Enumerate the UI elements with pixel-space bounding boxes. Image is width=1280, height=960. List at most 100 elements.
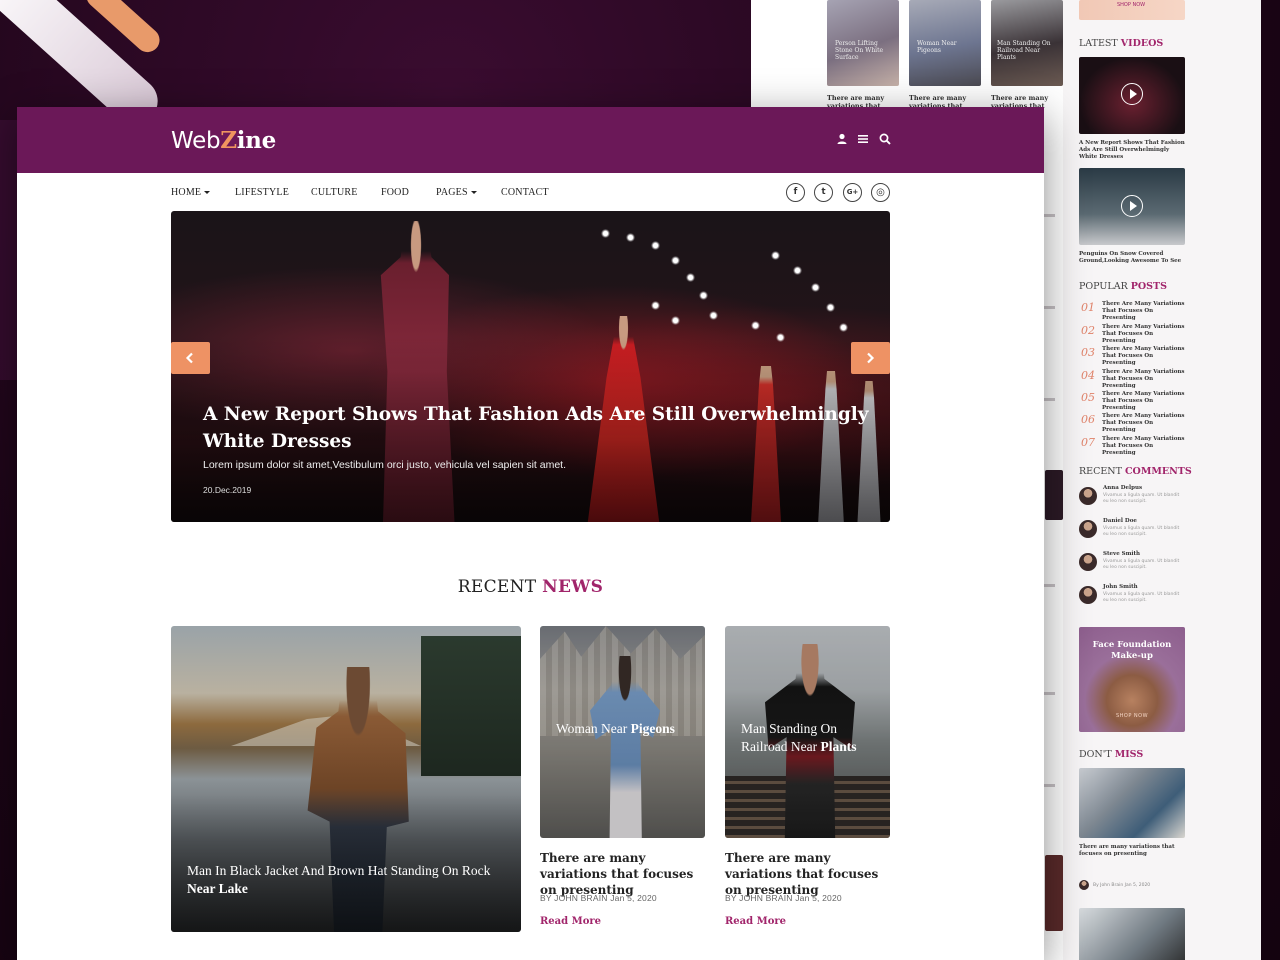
popular-posts-heading: POPULAR POSTS <box>1079 281 1167 292</box>
dont-miss-meta: By John Brain Jan 5, 2020 <box>1093 883 1151 888</box>
comment-author: Anna Delpus <box>1103 485 1143 491</box>
search-icon[interactable] <box>878 132 892 146</box>
comment-item[interactable]: John Smith Vivamus a ligula quam. Ut blan… <box>1079 584 1185 610</box>
nav-item-lifestyle[interactable]: LIFESTYLE <box>235 187 289 198</box>
hero-description: Lorem ipsum dolor sit amet,Vestibulum or… <box>203 459 566 471</box>
nav-item-culture[interactable]: CULTURE <box>311 187 358 198</box>
comment-item[interactable]: Anna Delpus Vivamus a ligula quam. Ut bla… <box>1079 485 1185 511</box>
popular-post-item[interactable]: 05 There Are Many Variations That Focuses… <box>1079 391 1186 412</box>
meta-by: BY <box>540 893 552 903</box>
popular-post-item[interactable]: 04 There Are Many Variations That Focuses… <box>1079 369 1186 390</box>
comment-body: Vivamus a ligula quam. Ut blandit eu leo… <box>1103 592 1180 603</box>
caption-plain: Woman Near <box>556 721 628 736</box>
news-card-meta: BY JOHN BRAIN Jan 5, 2020 <box>540 893 657 903</box>
author-name[interactable]: JOHN BRAIN <box>739 893 792 903</box>
popular-post-item[interactable]: 06 There Are Many Variations That Focuses… <box>1079 413 1186 434</box>
popular-post-item[interactable]: 07 There Are Many Variations That Focuses… <box>1079 436 1186 457</box>
dont-miss-image[interactable] <box>1079 768 1185 838</box>
hero-date: 20.Dec.2019 <box>203 485 252 495</box>
dont-miss-title[interactable]: There are many variations that focuses o… <box>1079 844 1185 858</box>
caption-bold: Near Lake <box>187 881 248 896</box>
news-card-title[interactable]: There are many variations that focuses o… <box>725 850 895 898</box>
menu-icon[interactable] <box>856 132 870 146</box>
news-card-image-caption: Woman Near Pigeons <box>556 720 701 738</box>
featured-news-card[interactable]: Man In Black Jacket And Brown Hat Standi… <box>171 626 521 932</box>
logo-prefix: Web <box>171 128 221 154</box>
popular-post-item[interactable]: 03 There Are Many Variations That Focuses… <box>1079 346 1186 367</box>
post-number: 01 <box>1081 301 1095 314</box>
post-number: 02 <box>1081 324 1095 337</box>
post-title[interactable]: There Are Many Variations That Focuses O… <box>1102 324 1186 345</box>
news-card-meta: BY JOHN BRAIN Jan 5, 2020 <box>725 893 842 903</box>
post-number: 06 <box>1081 413 1095 426</box>
back-page-mark <box>1043 398 1055 401</box>
read-more-link[interactable]: Read More <box>725 916 786 927</box>
video-caption: Penguins On Snow Covered Ground,Looking … <box>1079 251 1182 264</box>
post-title[interactable]: There Are Many Variations That Focuses O… <box>1102 346 1186 367</box>
nav-item-home[interactable]: HOME <box>171 187 211 198</box>
back-page-mark <box>1043 692 1055 695</box>
slider-prev-button[interactable] <box>171 342 210 374</box>
avatar <box>1079 586 1097 604</box>
top-header: WebZine <box>17 107 1044 173</box>
post-title[interactable]: There Are Many Variations That Focuses O… <box>1102 369 1186 390</box>
heading-accent: VIDEOS <box>1120 38 1164 49</box>
play-icon[interactable] <box>1121 83 1143 105</box>
slider-next-button[interactable] <box>851 342 890 374</box>
news-card-image-caption: Man Standing On Railroad Near Plants <box>741 720 881 756</box>
post-number: 07 <box>1081 436 1095 449</box>
comment-item[interactable]: Steve Smith Vivamus a ligula quam. Ut bla… <box>1079 551 1185 577</box>
popular-post-item[interactable]: 02 There Are Many Variations That Focuses… <box>1079 324 1186 345</box>
instagram-icon[interactable]: ◎ <box>871 183 890 202</box>
twitter-icon[interactable]: t <box>814 183 833 202</box>
front-page: WebZine HOME LIFESTYLE CULTURE FOOD PAGE… <box>17 107 1044 960</box>
news-card-title[interactable]: There are many variations that focuses o… <box>540 850 710 898</box>
post-number: 04 <box>1081 369 1095 382</box>
news-card-image[interactable]: Woman Near Pigeons <box>540 626 705 838</box>
meta-by: BY <box>725 893 737 903</box>
ad-shop-link[interactable]: SHOP NOW <box>1079 713 1185 719</box>
main-nav: HOME LIFESTYLE CULTURE FOOD PAGES CONTAC… <box>171 173 891 211</box>
news-card-image[interactable]: Man Standing On Railroad Near Plants <box>725 626 890 838</box>
popular-post-item[interactable]: 01 There Are Many Variations That Focuses… <box>1079 301 1186 322</box>
chevron-left-icon <box>185 352 193 364</box>
comment-author: Daniel Doe <box>1103 518 1137 524</box>
hero-slider[interactable]: A New Report Shows That Fashion Ads Are … <box>171 211 890 522</box>
heading-plain: RECENT <box>457 577 537 597</box>
author-name[interactable]: JOHN BRAIN <box>554 893 607 903</box>
play-icon[interactable] <box>1121 195 1143 217</box>
caption-bold: Pigeons <box>630 721 675 736</box>
user-icon[interactable] <box>835 132 849 146</box>
back-page-image-strip <box>1045 470 1063 520</box>
post-title[interactable]: There Are Many Variations That Focuses O… <box>1102 391 1186 412</box>
dont-miss-image-2[interactable] <box>1079 908 1185 960</box>
nav-item-contact[interactable]: CONTACT <box>501 187 549 198</box>
chevron-right-icon <box>867 352 875 364</box>
post-title[interactable]: There Are Many Variations That Focuses O… <box>1102 301 1186 322</box>
hero-title[interactable]: A New Report Shows That Fashion Ads Are … <box>203 401 873 455</box>
comment-item[interactable]: Daniel Doe Vivamus a ligula quam. Ut blan… <box>1079 518 1185 544</box>
google-plus-icon[interactable]: G+ <box>843 183 862 202</box>
post-title[interactable]: There Are Many Variations That Focuses O… <box>1102 436 1186 457</box>
back-page-mark <box>1043 584 1055 587</box>
site-logo[interactable]: WebZine <box>171 127 276 154</box>
nav-item-food[interactable]: FOOD <box>381 187 409 198</box>
heading-plain: RECENT <box>1079 466 1122 477</box>
nav-item-pages[interactable]: PAGES <box>436 187 477 198</box>
nav-item-label: CONTACT <box>501 187 549 198</box>
heading-plain: LATEST <box>1079 38 1118 49</box>
post-date: Jan 5, 2020 <box>795 893 842 903</box>
heading-accent: NEWS <box>542 577 604 597</box>
read-more-link[interactable]: Read More <box>540 916 601 927</box>
video-caption: A New Report Shows That Fashion Ads Are … <box>1079 140 1185 160</box>
ad-title: Face Foundation Make-up <box>1092 640 1172 661</box>
back-page-mark <box>1043 306 1055 309</box>
comment-body: Vivamus a ligula quam. Ut blandit eu leo… <box>1103 559 1180 570</box>
post-number: 03 <box>1081 346 1095 359</box>
caption-bold: Plants <box>820 739 857 754</box>
facebook-icon[interactable]: f <box>786 183 805 202</box>
comment-author: Steve Smith <box>1103 551 1141 557</box>
post-title[interactable]: There Are Many Variations That Focuses O… <box>1102 413 1186 434</box>
nav-item-label: PAGES <box>436 187 468 198</box>
post-number: 05 <box>1081 391 1095 404</box>
